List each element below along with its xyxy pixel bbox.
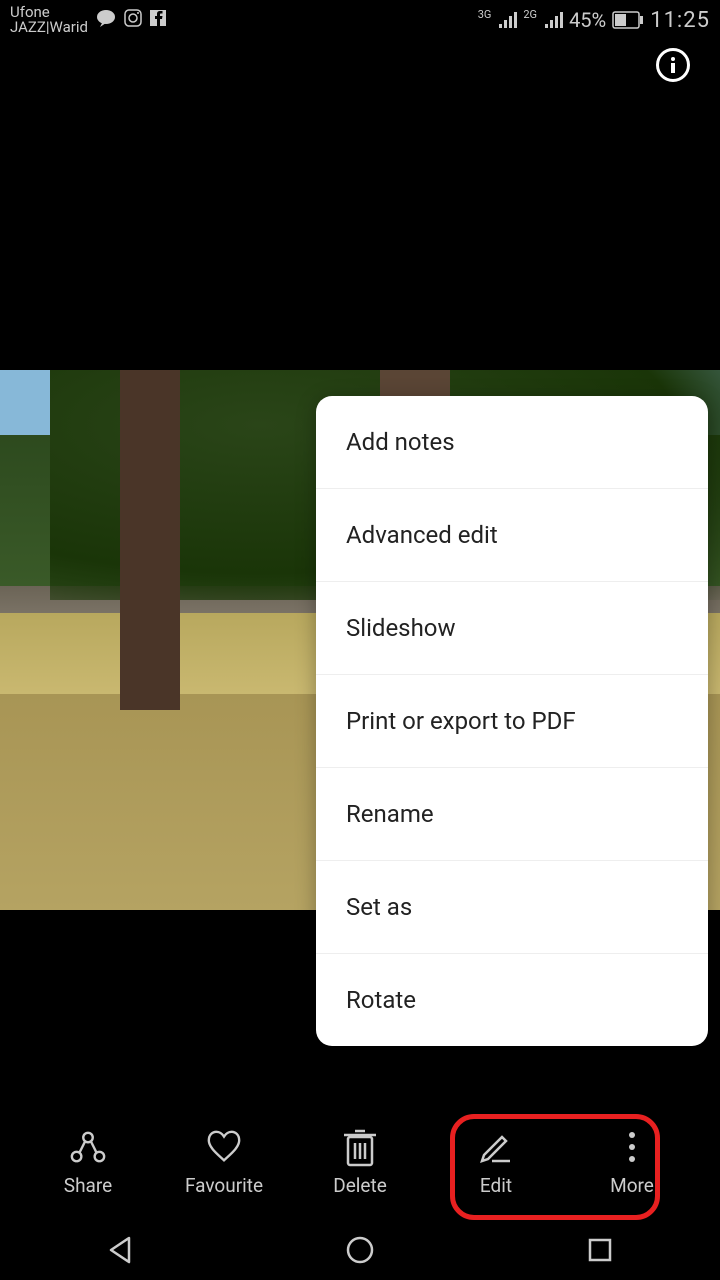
more-label: More xyxy=(610,1174,654,1197)
network-2-label: 2G xyxy=(523,8,537,21)
network-1-label: 3G xyxy=(478,8,492,21)
menu-item-set-as[interactable]: Set as xyxy=(316,861,708,954)
trash-icon xyxy=(341,1128,379,1166)
menu-item-add-notes[interactable]: Add notes xyxy=(316,396,708,489)
menu-item-rename[interactable]: Rename xyxy=(316,768,708,861)
status-bar: Ufone JAZZ|Warid 3G 2G 45% 11:25 xyxy=(0,0,720,40)
info-icon[interactable] xyxy=(656,48,690,82)
signal-icon-2 xyxy=(545,12,563,28)
menu-item-print-export[interactable]: Print or export to PDF xyxy=(316,675,708,768)
battery-percent: 45% xyxy=(569,8,606,32)
edit-button[interactable]: Edit xyxy=(436,1128,556,1197)
system-nav-bar xyxy=(0,1220,720,1280)
bottom-toolbar: Share Favourite Delete Edit More xyxy=(0,1112,720,1212)
facebook-icon xyxy=(150,10,166,31)
menu-item-rotate[interactable]: Rotate xyxy=(316,954,708,1046)
instagram-icon xyxy=(124,9,142,32)
status-left: Ufone JAZZ|Warid xyxy=(10,5,166,35)
share-label: Share xyxy=(64,1174,112,1197)
more-icon xyxy=(613,1128,651,1166)
delete-button[interactable]: Delete xyxy=(300,1128,420,1197)
battery-icon xyxy=(612,11,644,29)
carrier-2: JAZZ|Warid xyxy=(10,20,88,35)
more-menu-popup: Add notes Advanced edit Slideshow Print … xyxy=(316,396,708,1046)
edit-label: Edit xyxy=(480,1174,512,1197)
status-right: 3G 2G 45% 11:25 xyxy=(478,8,710,33)
share-button[interactable]: Share xyxy=(28,1128,148,1197)
share-icon xyxy=(69,1128,107,1166)
edit-icon xyxy=(477,1128,515,1166)
top-actions xyxy=(656,48,690,82)
signal-icon-1 xyxy=(499,12,517,28)
chat-icon xyxy=(96,9,116,32)
menu-item-slideshow[interactable]: Slideshow xyxy=(316,582,708,675)
recent-button[interactable] xyxy=(584,1234,616,1266)
favourite-label: Favourite xyxy=(185,1174,263,1197)
delete-label: Delete xyxy=(333,1174,387,1197)
home-button[interactable] xyxy=(344,1234,376,1266)
menu-item-advanced-edit[interactable]: Advanced edit xyxy=(316,489,708,582)
favourite-button[interactable]: Favourite xyxy=(164,1128,284,1197)
back-button[interactable] xyxy=(104,1234,136,1266)
clock: 11:25 xyxy=(650,8,710,33)
heart-icon xyxy=(205,1128,243,1166)
more-button[interactable]: More xyxy=(572,1128,692,1197)
